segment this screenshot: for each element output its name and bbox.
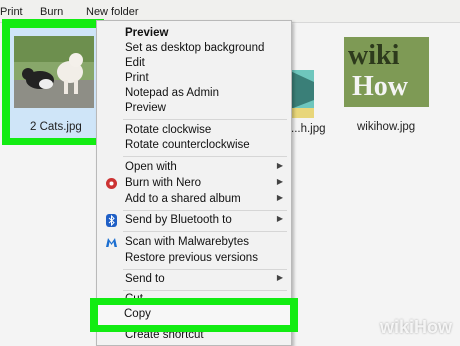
how-text: How <box>352 71 408 102</box>
menu-item-send-to[interactable]: Send to ▶ <box>97 272 291 288</box>
submenu-arrow-icon: ▶ <box>276 161 283 170</box>
menu-label: Open with <box>125 161 177 173</box>
file-label-2-cats: 2 Cats.jpg <box>30 121 82 133</box>
burn-button[interactable]: Burn <box>40 6 63 18</box>
menu-label: Preview <box>125 102 166 114</box>
nero-icon <box>105 177 118 190</box>
menu-label: Send by Bluetooth to <box>125 214 232 226</box>
menu-item-restore-versions[interactable]: Restore previous versions <box>97 251 291 267</box>
print-button[interactable]: Print <box>0 6 23 18</box>
menu-separator <box>123 210 287 211</box>
menu-item-burn-nero[interactable]: Burn with Nero ▶ <box>97 176 291 192</box>
menu-item-edit[interactable]: Edit <box>97 56 291 72</box>
menu-item-add-shared-album[interactable]: Add to a shared album ▶ <box>97 192 291 208</box>
menu-item-preview[interactable]: Preview <box>97 101 291 117</box>
menu-label: Add to a shared album <box>125 193 241 205</box>
menu-separator <box>123 269 287 270</box>
menu-label: Set as desktop background <box>125 42 265 54</box>
new-folder-button[interactable]: New folder <box>86 6 139 18</box>
submenu-arrow-icon: ▶ <box>276 273 283 282</box>
wikihow-watermark: wikiHow <box>379 317 452 337</box>
submenu-arrow-icon: ▶ <box>276 214 283 223</box>
menu-label: Edit <box>125 57 145 69</box>
file-label-partial: ...h.jpg <box>291 123 326 135</box>
menu-item-scan-malwarebytes[interactable]: Scan with Malwarebytes <box>97 235 291 251</box>
submenu-arrow-icon: ▶ <box>276 177 283 186</box>
menu-item-rotate-cw[interactable]: Rotate clockwise <box>97 123 291 139</box>
menu-separator <box>123 231 287 232</box>
menu-label: Print <box>125 72 149 84</box>
menu-label: Rotate clockwise <box>125 124 212 136</box>
wiki-text: wiki <box>348 40 400 71</box>
menu-item-rotate-ccw[interactable]: Rotate counterclockwise <box>97 138 291 154</box>
cats-thumbnail <box>14 36 94 108</box>
menu-item-print[interactable]: Print <box>97 71 291 87</box>
menu-label: Burn with Nero <box>125 177 202 189</box>
menu-item-set-desktop[interactable]: Set as desktop background <box>97 41 291 57</box>
menu-item-preview-default[interactable]: Preview <box>97 26 291 42</box>
malwarebytes-icon <box>105 236 118 249</box>
menu-separator <box>123 290 287 291</box>
copy-label: Copy <box>124 308 151 320</box>
submenu-arrow-icon: ▶ <box>276 193 283 202</box>
menu-item-open-with[interactable]: Open with ▶ <box>97 160 291 176</box>
bluetooth-icon <box>105 214 118 227</box>
file-label-wikihow: wikihow.jpg <box>357 121 416 133</box>
menu-label: Restore previous versions <box>125 252 258 264</box>
menu-item-send-bluetooth[interactable]: Send by Bluetooth to ▶ <box>97 213 291 229</box>
menu-label: Rotate counterclockwise <box>125 139 250 151</box>
menu-item-notepad-admin[interactable]: Notepad as Admin <box>97 86 291 102</box>
menu-label: Scan with Malwarebytes <box>125 236 249 248</box>
menu-separator <box>123 119 287 120</box>
menu-label: Notepad as Admin <box>125 87 219 99</box>
wikihow-thumbnail[interactable]: wiki How <box>344 37 429 107</box>
menu-label: Send to <box>125 273 165 285</box>
menu-separator <box>123 156 287 157</box>
menu-label: Preview <box>125 27 169 39</box>
